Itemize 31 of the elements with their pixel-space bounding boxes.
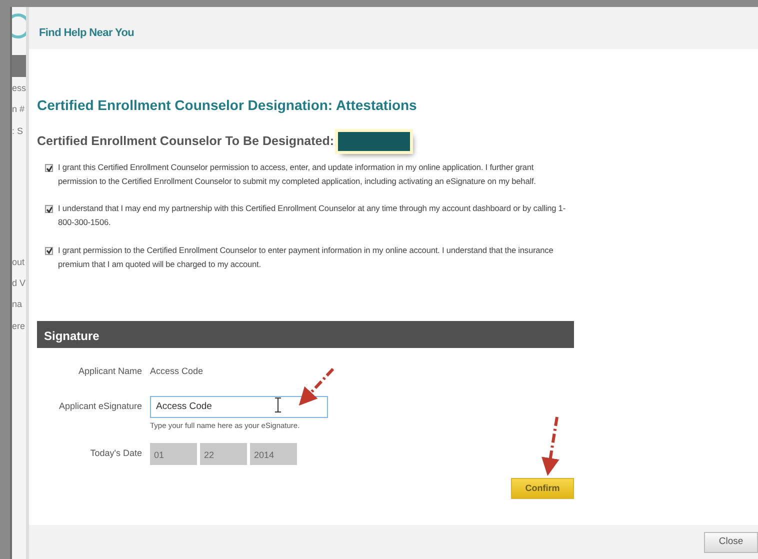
background-text: na: [12, 299, 24, 310]
background-text: n #: [12, 104, 26, 116]
date-field[interactable]: 01: [150, 442, 197, 465]
checkbox[interactable]: [45, 205, 53, 214]
esignature-field[interactable]: Access Code: [150, 396, 328, 418]
text-cursor-icon: [274, 398, 282, 412]
background-text: ere: [12, 320, 26, 332]
background-text: : S: [12, 126, 24, 137]
close-button[interactable]: Close: [704, 532, 758, 552]
page-heading: Certified Enrollment Counselor Designation: Attestations: [37, 96, 418, 115]
arrow: [298, 368, 334, 406]
date-field[interactable]: 22: [200, 442, 247, 465]
dialog-title: Find Help Near You: [39, 27, 134, 39]
field-label: Applicant eSignature: [58, 400, 142, 413]
attestation-text: I understand that I may end my partnership with this Certified Enrollment Counselor at any time through my account dashboard or by calling 1-800-300-1506.: [58, 202, 566, 230]
logo-icon: [12, 11, 26, 41]
checkbox[interactable]: [45, 246, 53, 255]
background-text: out: [12, 256, 26, 268]
attestation-text: I grant this Certified Enrollment Counselor permission to access, enter, and update information in my online application. I further grant permission to the Certified Enrollment Counselor to submit my completed application, including activating an eSignature on my behalf.: [58, 161, 537, 188]
section-header: Signature: [37, 321, 574, 348]
field-label: Today's Date: [89, 447, 142, 460]
background-text: d V: [12, 278, 26, 290]
applicant-name: Access Code: [150, 365, 204, 378]
date-field[interactable]: 2014: [250, 442, 297, 465]
arrow: [542, 416, 560, 476]
designee-label: Certified Enrollment Counselor To Be Designated:: [37, 133, 334, 150]
confirm-button[interactable]: Confirm: [511, 478, 574, 499]
field-label: Applicant Name: [77, 365, 142, 378]
background-text: ess: [12, 83, 26, 94]
checkbox[interactable]: [45, 164, 53, 172]
attestation-text: I grant permission to the Certified Enrollment Counselor to enter payment information in my online account. I understand that the insurance premium that I am quoted will be charged to my account.: [58, 244, 554, 271]
